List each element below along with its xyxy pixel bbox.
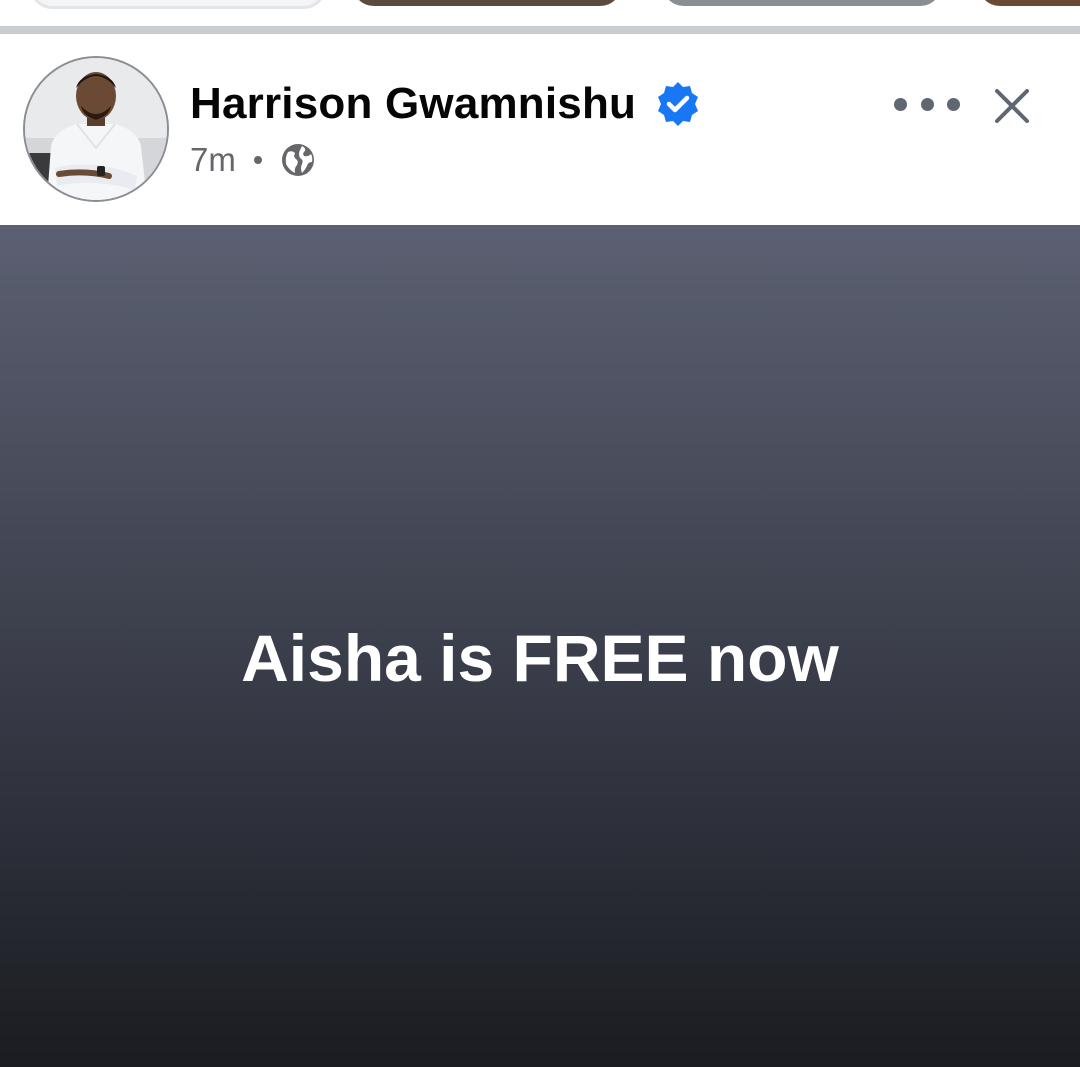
story-card[interactable] — [352, 0, 622, 6]
author-avatar[interactable] — [23, 56, 169, 202]
create-story-card[interactable] — [30, 0, 326, 9]
post-meta: 7m — [190, 138, 316, 182]
close-icon[interactable] — [990, 84, 1034, 128]
post-text: Aisha is FREE now — [241, 621, 839, 695]
verified-badge-icon — [654, 80, 702, 128]
stories-strip — [0, 0, 1080, 26]
author-name[interactable]: Harrison Gwamnishu — [190, 79, 636, 129]
post-header: Harrison Gwamnishu 7m — [0, 34, 1080, 225]
more-dot — [894, 97, 907, 111]
post-timestamp[interactable]: 7m — [190, 141, 236, 179]
separator-dot — [253, 156, 262, 164]
story-card[interactable] — [978, 0, 1080, 6]
avatar-photo — [25, 58, 167, 200]
story-card[interactable] — [662, 0, 942, 6]
more-dot — [947, 97, 960, 111]
feed-screen: Harrison Gwamnishu 7m Aisha is FREE now — [0, 0, 1080, 1067]
section-divider — [0, 26, 1080, 34]
author-row: Harrison Gwamnishu — [190, 78, 702, 130]
text-post-background[interactable]: Aisha is FREE now — [0, 225, 1080, 1067]
more-options-icon[interactable] — [894, 84, 960, 124]
more-dot — [920, 97, 934, 111]
globe-icon[interactable] — [280, 142, 316, 178]
